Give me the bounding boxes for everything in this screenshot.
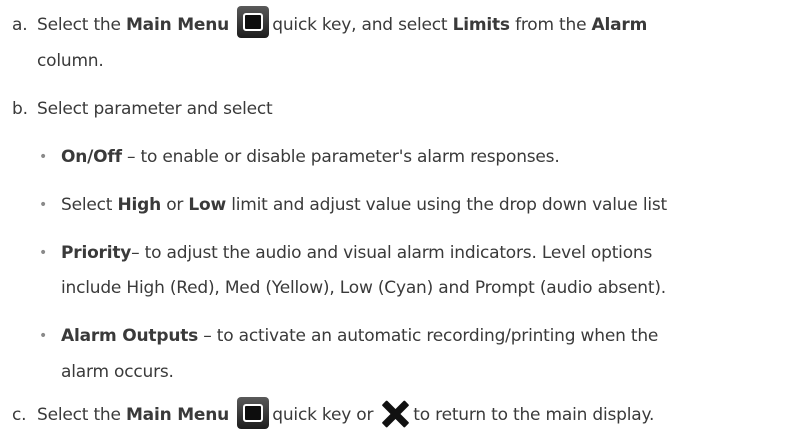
main-menu-label: Main Menu bbox=[125, 405, 230, 425]
step-a-marker: a. bbox=[12, 15, 28, 35]
low-label: Low bbox=[188, 195, 227, 215]
bullet-on-off-text: On/Off – to enable or disable parameter'… bbox=[61, 146, 560, 168]
step-a-text-2: quick key, and select bbox=[267, 15, 453, 35]
bullet-priority-desc: – to adjust the audio and visual alarm i… bbox=[131, 243, 653, 263]
bullet-icon: • bbox=[39, 328, 48, 344]
main-menu-icon bbox=[237, 397, 270, 429]
limits-label: Limits bbox=[452, 15, 510, 35]
main-menu-icon bbox=[237, 6, 270, 38]
bullet-alarm-outputs-desc: – to activate an automatic recording/pri… bbox=[198, 326, 659, 346]
main-menu-label: Main Menu bbox=[125, 15, 230, 35]
bullet-icon: • bbox=[39, 245, 48, 261]
step-c-text: Select the Main Menu quick key or to ret… bbox=[37, 404, 654, 426]
step-b-text: Select parameter and select bbox=[37, 99, 273, 119]
bullet-high-low-text-2: or bbox=[160, 195, 189, 215]
bullet-high-low-text-1: Select bbox=[61, 195, 118, 215]
bullet-priority-continuation: include High (Red), Med (Yellow), Low (C… bbox=[61, 278, 666, 298]
step-a-text-1: Select the bbox=[37, 15, 126, 35]
step-c-text-3: to return to the main display. bbox=[413, 405, 655, 425]
bullet-icon: • bbox=[39, 197, 48, 213]
bullet-alarm-outputs-continuation: alarm occurs. bbox=[61, 362, 174, 382]
alarm-outputs-label: Alarm Outputs bbox=[61, 326, 199, 346]
step-a-continuation: column. bbox=[37, 51, 104, 71]
close-icon bbox=[381, 400, 409, 428]
step-c-marker: c. bbox=[12, 405, 27, 425]
step-a-text: Select the Main Menu quick key, and sele… bbox=[37, 14, 647, 36]
step-c-text-1: Select the bbox=[37, 405, 126, 425]
bullet-alarm-outputs-text: Alarm Outputs – to activate an automatic… bbox=[61, 325, 658, 347]
high-label: High bbox=[117, 195, 161, 215]
on-off-label: On/Off bbox=[61, 147, 122, 167]
priority-label: Priority bbox=[61, 243, 132, 263]
step-b-marker: b. bbox=[12, 99, 28, 119]
bullet-on-off-desc: – to enable or disable parameter's alarm… bbox=[121, 147, 560, 167]
bullet-high-low-text: Select High or Low limit and adjust valu… bbox=[61, 194, 667, 216]
bullet-high-low-text-3: limit and adjust value using the drop do… bbox=[226, 195, 667, 215]
alarm-label: Alarm bbox=[591, 15, 648, 35]
bullet-priority-text: Priority– to adjust the audio and visual… bbox=[61, 242, 652, 264]
step-c-text-2: quick key or bbox=[267, 405, 374, 425]
step-a-text-3: from the bbox=[509, 15, 592, 35]
bullet-icon: • bbox=[39, 149, 48, 165]
